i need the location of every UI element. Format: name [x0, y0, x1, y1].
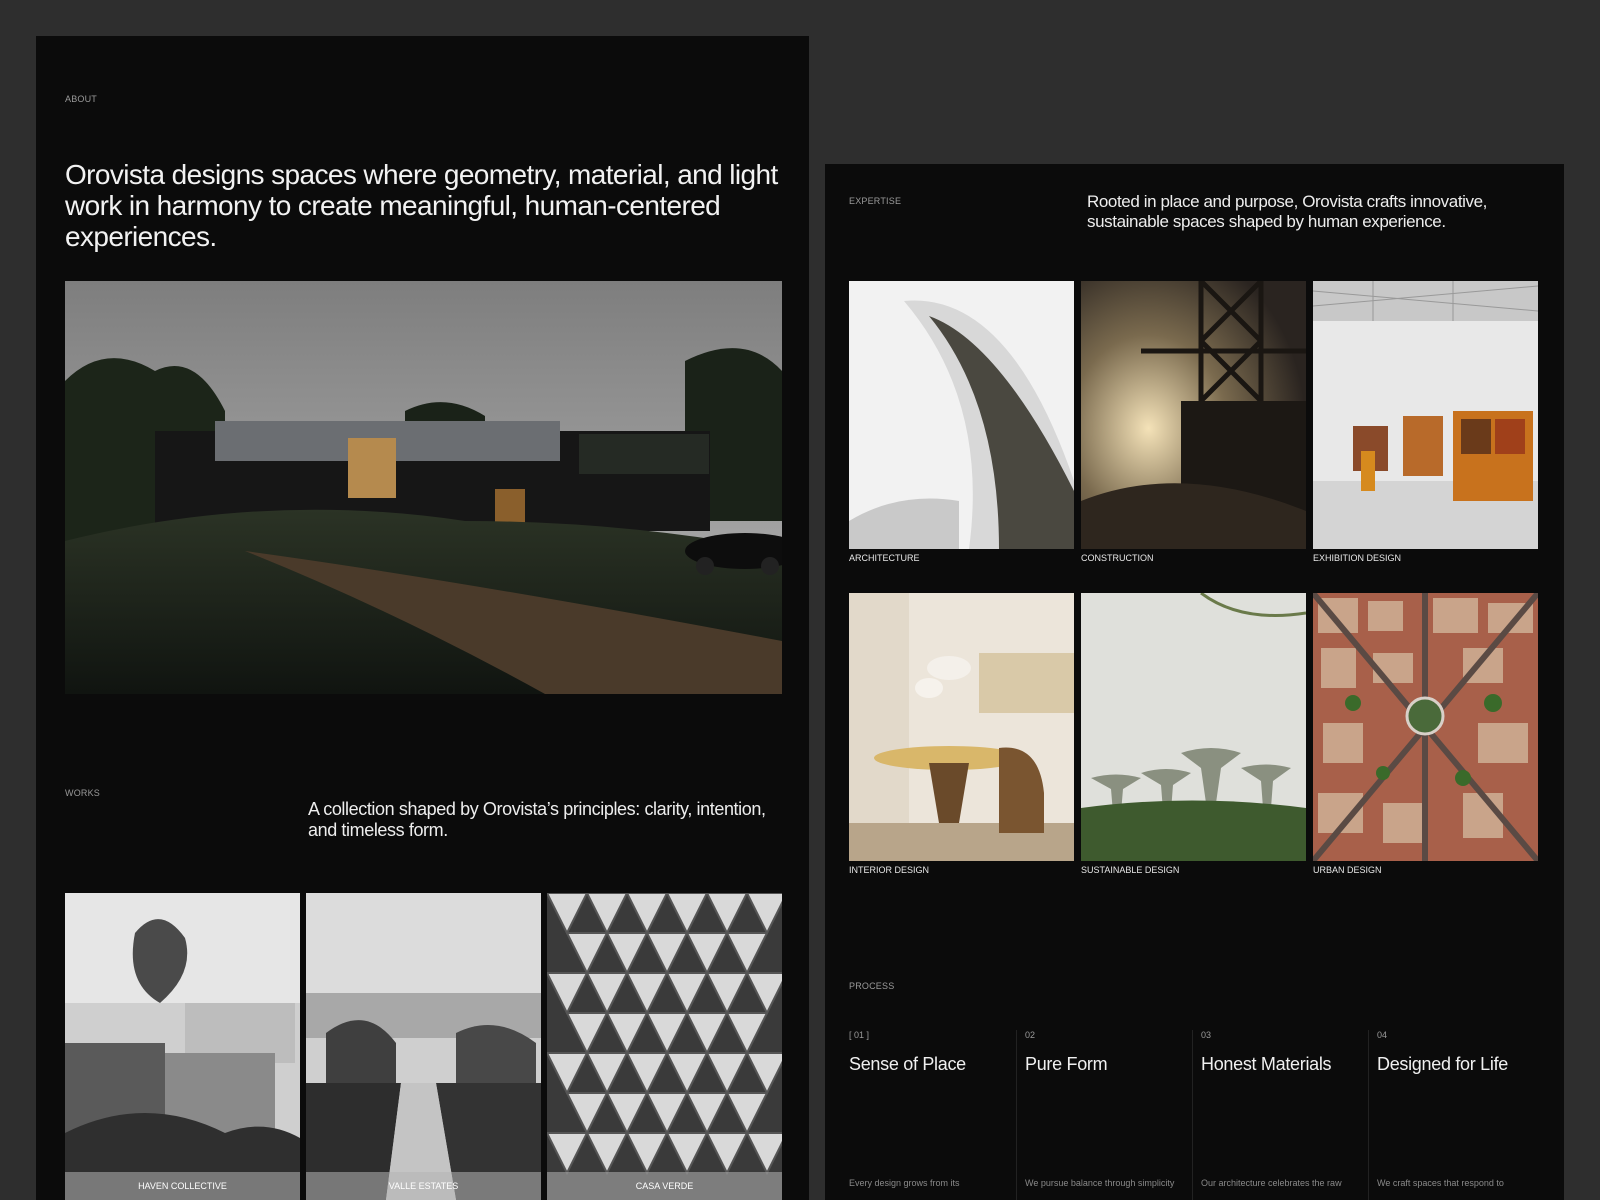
expertise-image — [1313, 593, 1538, 861]
hero-image — [65, 281, 782, 694]
work-image — [547, 893, 782, 1200]
about-heading: Orovista designs spaces where geometry, … — [65, 159, 778, 252]
expertise-card-architecture[interactable] — [849, 281, 1074, 549]
process-step-number: [ 01 ] — [849, 1030, 870, 1040]
process-label: PROCESS — [849, 981, 895, 991]
process-step: 03 Honest Materials Our architecture cel… — [1192, 1030, 1367, 1200]
process-step: 02 Pure Form We pursue balance through s… — [1016, 1030, 1191, 1200]
expertise-caption: INTERIOR DESIGN — [849, 865, 930, 875]
expertise-image — [1081, 593, 1306, 861]
expertise-description: Rooted in place and purpose, Orovista cr… — [1087, 192, 1488, 231]
process-step-number: 03 — [1201, 1030, 1212, 1040]
work-image — [65, 893, 300, 1200]
process-step: 04 Designed for Life We craft spaces tha… — [1368, 1030, 1543, 1200]
process-step-number: 04 — [1377, 1030, 1388, 1040]
expertise-image — [849, 281, 1074, 549]
process-step-title: Designed for Life — [1377, 1054, 1508, 1074]
work-card-casa-verde[interactable]: CASA VERDE — [547, 893, 782, 1200]
expertise-card-interior-design[interactable] — [849, 593, 1074, 861]
process-step-description: We pursue balance through simplicity — [1025, 1178, 1175, 1188]
works-description: A collection shaped by Orovista’s princi… — [308, 799, 766, 840]
expertise-image — [1081, 281, 1306, 549]
work-image — [306, 893, 541, 1200]
process-step-description: We craft spaces that respond to — [1377, 1178, 1504, 1188]
expertise-card-exhibition-design[interactable] — [1313, 281, 1538, 549]
work-caption: VALLE ESTATES — [306, 1172, 541, 1200]
expertise-caption: URBAN DESIGN — [1313, 865, 1382, 875]
work-card-haven-collective[interactable]: HAVEN COLLECTIVE — [65, 893, 300, 1200]
expertise-card-sustainable-design[interactable] — [1081, 593, 1306, 861]
expertise-caption: EXHIBITION DESIGN — [1313, 553, 1402, 563]
expertise-card-urban-design[interactable] — [1313, 593, 1538, 861]
expertise-process-panel: EXPERTISE Rooted in place and purpose, O… — [825, 164, 1564, 1200]
process-step-description: Our architecture celebrates the raw — [1201, 1178, 1342, 1188]
expertise-image — [1313, 281, 1538, 549]
expertise-label: EXPERTISE — [849, 196, 902, 206]
about-works-panel: ABOUT Orovista designs spaces where geom… — [36, 36, 809, 1200]
work-caption: CASA VERDE — [547, 1172, 782, 1200]
expertise-card-construction[interactable] — [1081, 281, 1306, 549]
work-card-valle-estates[interactable]: VALLE ESTATES — [306, 893, 541, 1200]
about-label: ABOUT — [65, 94, 98, 104]
works-label: WORKS — [65, 788, 101, 798]
expertise-caption: SUSTAINABLE DESIGN — [1081, 865, 1180, 875]
work-caption: HAVEN COLLECTIVE — [65, 1172, 300, 1200]
process-step-description: Every design grows from its — [849, 1178, 960, 1188]
process-step: [ 01 ] Sense of Place Every design grows… — [849, 1030, 1024, 1200]
expertise-caption: ARCHITECTURE — [849, 553, 920, 563]
process-step-title: Pure Form — [1025, 1054, 1108, 1074]
expertise-image — [849, 593, 1074, 861]
process-step-title: Honest Materials — [1201, 1054, 1332, 1074]
process-step-number: 02 — [1025, 1030, 1036, 1040]
expertise-caption: CONSTRUCTION — [1081, 553, 1154, 563]
process-step-title: Sense of Place — [849, 1054, 966, 1074]
